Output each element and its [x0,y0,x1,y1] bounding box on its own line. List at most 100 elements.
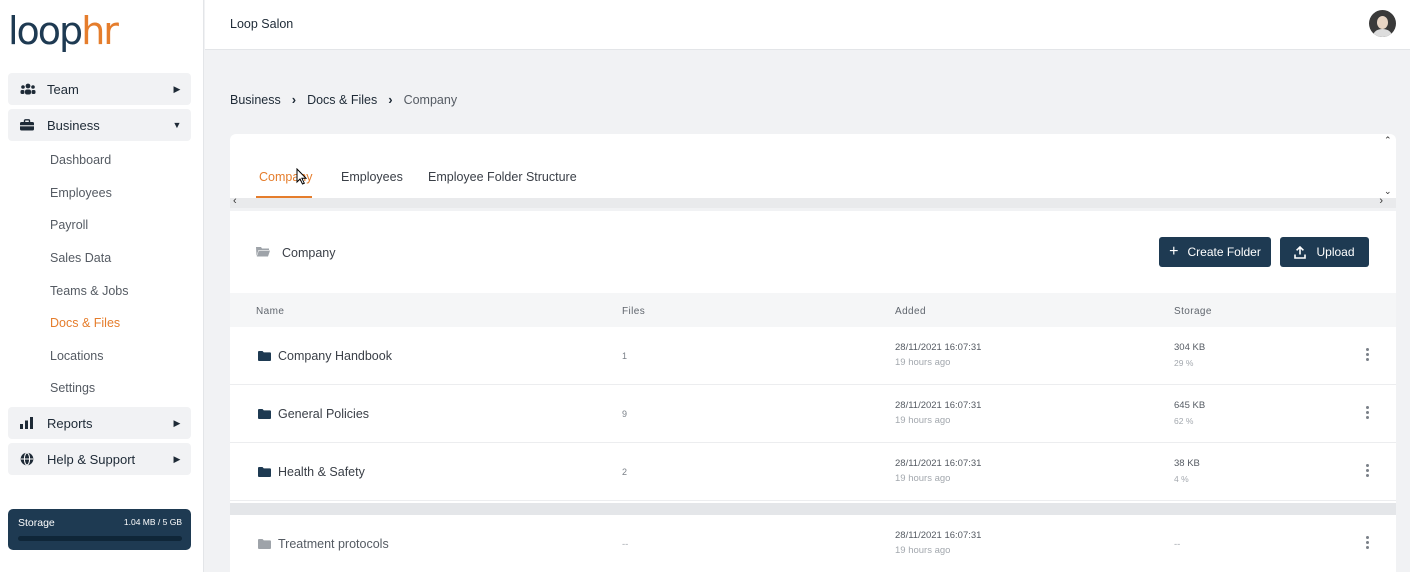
folder-open-icon [256,246,270,260]
chevron-right-icon: ▶ [173,83,181,94]
sidebar: loophr Team ▶ Business ▼ Dashboard Emplo… [0,0,204,572]
added-relative: 19 hours ago [895,545,951,556]
globe-icon [20,452,44,466]
storage-size: 38 KB [1174,458,1200,469]
folder-icon [258,467,271,477]
folder-name-cell[interactable]: Company Handbook [258,349,392,363]
files-count: 9 [622,409,628,419]
added-relative: 19 hours ago [895,415,951,426]
sidebar-subitem-payroll[interactable]: Payroll [50,218,88,232]
section-divider [230,503,1396,515]
table-row[interactable]: General Policies 9 28/11/2021 16:07:31 1… [230,385,1396,443]
storage-size: -- [1174,539,1181,550]
folder-name-cell[interactable]: Treatment protocols [258,537,389,551]
files-count: -- [622,539,629,550]
sidebar-subitem-dashboard[interactable]: Dashboard [50,153,111,167]
column-files-header[interactable]: Files [622,306,645,317]
upload-label: Upload [1316,245,1355,259]
storage-percent: 29 % [1174,358,1194,368]
briefcase-icon [20,119,44,131]
chevron-right-icon: ▶ [173,417,181,428]
added-relative: 19 hours ago [895,473,951,484]
avatar-face [1377,16,1388,29]
folder-icon [258,539,271,549]
folder-icon [258,351,271,361]
sidebar-item-business[interactable]: Business ▼ [8,109,191,141]
chevron-down-icon: ▼ [172,120,182,130]
create-folder-label: Create Folder [1187,245,1261,259]
breadcrumb-docs-files[interactable]: Docs & Files [307,93,377,107]
team-icon [20,83,44,95]
folder-name: General Policies [278,407,370,421]
column-storage-header[interactable]: Storage [1174,306,1212,317]
upload-button[interactable]: Upload [1280,237,1369,267]
scroll-right-icon[interactable]: › [1379,195,1383,207]
storage-label: Storage [18,517,55,529]
storage-progress-bar [18,536,182,541]
sidebar-subitem-sales-data[interactable]: Sales Data [50,251,111,265]
sidebar-item-label: Help & Support [47,451,136,467]
folder-name-cell[interactable]: Health & Safety [258,465,365,479]
added-date: 28/11/2021 16:07:31 [895,342,982,353]
breadcrumb: Business › Docs & Files › Company [230,92,457,107]
more-options-icon[interactable] [1361,346,1373,366]
column-added-header[interactable]: Added [895,306,926,317]
org-name: Loop Salon [230,17,294,31]
plus-icon: + [1169,243,1179,260]
current-folder-name: Company [282,246,336,260]
breadcrumb-current: Company [403,92,458,107]
breadcrumb-separator: › [291,92,297,107]
folder-icon [258,409,271,419]
sidebar-subitem-teams-jobs[interactable]: Teams & Jobs [50,284,129,298]
upload-icon [1294,245,1307,259]
sidebar-item-reports[interactable]: Reports ▶ [8,407,191,439]
folder-name-cell[interactable]: General Policies [258,407,369,421]
avatar[interactable] [1369,10,1396,37]
current-folder-header: Company [256,246,336,260]
folder-name: Treatment protocols [278,537,389,551]
added-date: 28/11/2021 16:07:31 [895,400,982,411]
tab-employee-folder-structure[interactable]: Employee Folder Structure [428,170,577,184]
table-header: Name Files Added Storage [230,293,1396,327]
folder-name: Health & Safety [278,465,365,479]
table-row[interactable]: Company Handbook 1 28/11/2021 16:07:31 1… [230,327,1396,385]
sidebar-subitem-docs-files[interactable]: Docs & Files [50,316,120,330]
sidebar-subitem-settings[interactable]: Settings [50,381,95,395]
column-name-header[interactable]: Name [256,306,284,317]
storage-size: 304 KB [1174,342,1206,353]
more-options-icon[interactable] [1361,404,1373,424]
files-count: 1 [622,351,628,361]
tab-employees[interactable]: Employees [341,170,403,184]
added-date: 28/11/2021 16:07:31 [895,458,982,469]
scroll-up-icon[interactable]: ⌃ [1384,135,1392,146]
more-options-icon[interactable] [1361,534,1373,554]
horizontal-scrollbar[interactable]: ‹ › [230,195,1396,208]
create-folder-button[interactable]: + Create Folder [1159,237,1271,267]
breadcrumb-business[interactable]: Business [230,93,281,107]
sidebar-item-help-support[interactable]: Help & Support ▶ [8,443,191,475]
scroll-down-icon[interactable]: ⌄ [1384,186,1392,197]
table-row[interactable]: Treatment protocols -- 28/11/2021 16:07:… [230,515,1396,572]
storage-widget: Storage 1.04 MB / 5 GB [8,509,191,550]
files-card: Company + Create Folder Upload Name File… [230,211,1396,572]
more-options-icon[interactable] [1361,462,1373,482]
bar-chart-icon [20,417,44,429]
top-bar: Loop Salon [205,0,1410,50]
sidebar-subitem-employees[interactable]: Employees [50,186,112,200]
loophr-logo[interactable]: loophr [8,8,119,54]
folder-name: Company Handbook [278,349,392,363]
sidebar-item-label: Business [47,117,100,133]
storage-percent: 4 % [1174,474,1189,484]
mouse-cursor-icon [296,167,308,190]
sidebar-item-label: Team [47,81,79,97]
scroll-left-icon[interactable]: ‹ [233,195,237,207]
table-row[interactable]: Health & Safety 2 28/11/2021 16:07:31 19… [230,443,1396,501]
tabs-card: Company Employees Employee Folder Struct… [230,134,1396,208]
storage-percent: 62 % [1174,416,1194,426]
avatar-body [1373,29,1392,37]
chevron-right-icon: ▶ [173,453,181,464]
sidebar-subitem-locations[interactable]: Locations [50,349,104,363]
files-count: 2 [622,467,628,477]
sidebar-item-team[interactable]: Team ▶ [8,73,191,105]
breadcrumb-separator: › [388,92,393,107]
